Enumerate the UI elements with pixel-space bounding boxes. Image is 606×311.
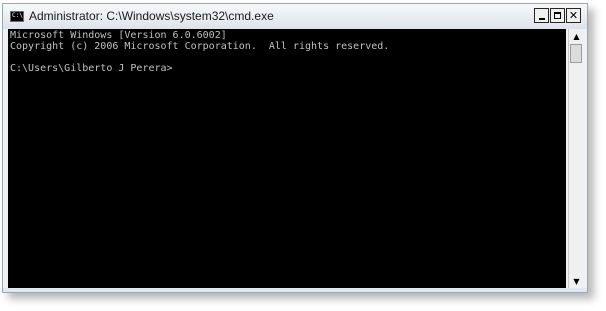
maximize-button[interactable] [550, 8, 565, 23]
console-line-version: Microsoft Windows [Version 6.0.6002] [10, 30, 227, 41]
scroll-up-arrow-icon: ▲ [573, 31, 580, 41]
scroll-down-button[interactable]: ▼ [569, 274, 584, 288]
close-icon: ✕ [568, 9, 579, 22]
scroll-down-arrow-icon: ▼ [573, 276, 580, 286]
console-line-copyright: Copyright (c) 2006 Microsoft Corporation… [10, 41, 390, 52]
console-output[interactable]: Microsoft Windows [Version 6.0.6002] Cop… [8, 29, 566, 288]
vertical-scrollbar[interactable]: ▲ ▼ [568, 29, 584, 288]
scroll-thumb[interactable] [570, 44, 582, 63]
console-icon[interactable]: C:\ [10, 11, 24, 22]
console-icon-label: C:\ [12, 12, 23, 19]
window-title: Administrator: C:\Windows\system32\cmd.e… [29, 9, 274, 23]
command-prompt-window: C:\ Administrator: C:\Windows\system32\c… [2, 3, 588, 293]
title-bar[interactable]: C:\ Administrator: C:\Windows\system32\c… [3, 4, 587, 29]
command-prompt-line[interactable]: C:\Users\Gilberto J Perera> [10, 63, 566, 74]
scroll-up-button[interactable]: ▲ [569, 29, 584, 43]
minimize-icon [538, 18, 545, 20]
maximize-icon [554, 12, 561, 19]
window-bottom-border [3, 288, 587, 292]
minimize-button[interactable] [534, 8, 549, 23]
caption-buttons: ✕ [534, 8, 581, 23]
close-button[interactable]: ✕ [566, 8, 581, 23]
